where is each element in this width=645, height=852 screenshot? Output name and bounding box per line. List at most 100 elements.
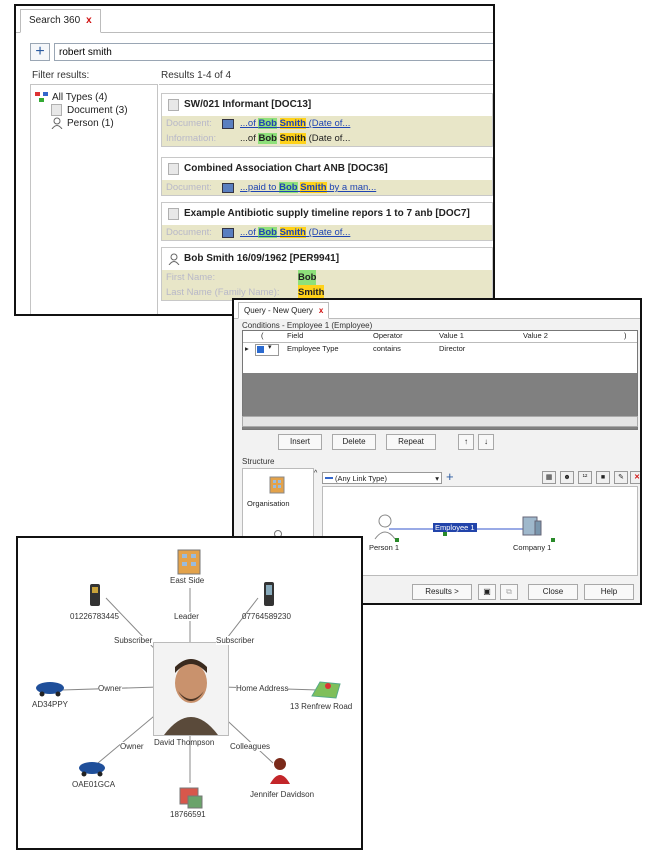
tab-label: Search 360 xyxy=(29,15,81,26)
document-link-icon xyxy=(222,118,234,129)
filter-document[interactable]: Document (3) xyxy=(51,104,128,116)
result-snippet: ...of Bob Smith (Date of... xyxy=(240,133,351,144)
field-label: Document: xyxy=(166,182,212,193)
result-row: Document: ...paid to Bob Smith by a man.… xyxy=(162,180,492,195)
account-icon xyxy=(179,787,203,809)
save-icon[interactable]: ▣ xyxy=(478,584,496,600)
close-button[interactable]: Close xyxy=(528,584,578,600)
result-title-text: Combined Association Chart ANB [DOC36] xyxy=(184,163,388,174)
help-button[interactable]: Help xyxy=(584,584,634,600)
tab-search-360[interactable]: Search 360 x xyxy=(20,9,101,33)
car-icon-1 xyxy=(36,682,64,697)
layout-icon[interactable]: ▦ xyxy=(542,471,556,484)
result-card[interactable]: Combined Association Chart ANB [DOC36] D… xyxy=(161,157,493,196)
close-tab-icon[interactable]: x xyxy=(86,15,92,26)
result-title-text: SW/021 Informant [DOC13] xyxy=(184,99,312,110)
node-east-side[interactable]: East Side xyxy=(170,576,204,585)
condition-row[interactable]: ▸ ▾ Employee Type contains Director xyxy=(243,343,637,373)
center-node-label[interactable]: David Thompson xyxy=(154,738,214,747)
scroll-up-icon[interactable]: ^ xyxy=(314,470,317,477)
node-phone-2[interactable]: 07764589230 xyxy=(242,612,291,621)
organisation-icon[interactable] xyxy=(267,475,289,495)
person-node-label[interactable]: Person 1 xyxy=(369,543,399,552)
result-title: SW/021 Informant [DOC13] xyxy=(162,94,492,116)
result-title: Combined Association Chart ANB [DOC36] xyxy=(162,158,492,180)
people-icon[interactable]: ☻ xyxy=(560,471,574,484)
horizontal-scrollbar[interactable] xyxy=(242,416,638,427)
node-car-2[interactable]: OAE01GCA xyxy=(72,780,115,789)
sequence-icon[interactable]: ¹² xyxy=(578,471,592,484)
operator-value[interactable]: contains xyxy=(373,344,401,353)
employee-link-label[interactable]: Employee 1 xyxy=(433,523,477,532)
result-snippet-link[interactable]: ...of Bob Smith (Date of... xyxy=(240,225,350,240)
all-types-icon xyxy=(35,92,48,102)
move-down-button[interactable]: ↓ xyxy=(478,434,494,450)
tab-label: Query - New Query xyxy=(244,306,313,315)
person-icon xyxy=(51,117,63,129)
close-tab-icon[interactable]: x xyxy=(319,306,323,315)
field-value[interactable]: Employee Type xyxy=(287,344,339,353)
phone-icon-1 xyxy=(90,584,100,606)
edge-label-subscriber-1: Subscriber xyxy=(114,636,153,645)
result-card[interactable]: Example Antibiotic supply timeline repor… xyxy=(161,202,493,241)
person-node-body xyxy=(374,531,396,540)
result-snippet-link[interactable]: ...of Bob Smith (Date of... xyxy=(240,116,350,131)
delete-icon[interactable]: ✕ xyxy=(630,471,640,484)
person-node-icon xyxy=(378,514,392,528)
insert-button[interactable]: Insert xyxy=(278,434,322,450)
filter-person[interactable]: Person (1) xyxy=(51,117,114,129)
organisation-label: Organisation xyxy=(247,499,290,508)
node-icon[interactable]: ■ xyxy=(596,471,610,484)
filter-label: Document (3) xyxy=(67,104,128,116)
result-card[interactable]: Bob Smith 16/09/1962 [PER9941] First Nam… xyxy=(161,247,493,301)
column-value1: Value 1 xyxy=(439,331,464,340)
structure-canvas[interactable]: Employee 1 Person 1 Company 1 xyxy=(322,486,638,576)
delete-button[interactable]: Delete xyxy=(332,434,376,450)
document-icon xyxy=(51,104,62,116)
suspect-photo[interactable] xyxy=(153,642,229,736)
field-label: Document: xyxy=(166,118,212,129)
edge-label-colleagues: Colleagues xyxy=(230,742,271,751)
bracket-dropdown[interactable]: ▾ xyxy=(255,344,279,356)
node-account[interactable]: 18766591 xyxy=(170,810,206,819)
add-link-icon[interactable]: + xyxy=(446,469,454,484)
value1-value[interactable]: Director xyxy=(439,344,465,353)
field-label: First Name: xyxy=(166,272,216,283)
result-title-text: Bob Smith 16/09/1962 [PER9941] xyxy=(184,253,340,264)
filter-heading: Filter results: xyxy=(32,70,90,81)
node-person[interactable]: Jennifer Davidson xyxy=(250,790,314,799)
result-row: First Name: Bob xyxy=(162,270,492,285)
company-node-label[interactable]: Company 1 xyxy=(513,543,551,552)
chevron-down-icon[interactable]: ▾ xyxy=(435,473,439,484)
add-search-button[interactable]: + xyxy=(30,43,50,61)
search-input[interactable] xyxy=(54,43,493,61)
edit-icon[interactable]: ✎ xyxy=(614,471,628,484)
result-card[interactable]: SW/021 Informant [DOC13] Document: ...of… xyxy=(161,93,493,147)
results-button[interactable]: Results > xyxy=(412,584,472,600)
result-row: Document: ...of Bob Smith (Date of... xyxy=(162,116,492,131)
column-field: Field xyxy=(287,331,304,340)
link-icon xyxy=(325,477,333,479)
tab-new-query[interactable]: Query - New Query x xyxy=(238,302,330,319)
column-marker: ( xyxy=(261,331,264,340)
woman-icon xyxy=(270,758,290,784)
tab-bar: Search 360 x xyxy=(16,6,493,33)
node-address[interactable]: 13 Renfrew Road xyxy=(290,702,352,711)
node-phone-1[interactable]: 01226783445 xyxy=(70,612,119,621)
filter-all-types[interactable]: All Types (4) xyxy=(35,91,107,103)
map-icon xyxy=(311,681,341,699)
repeat-button[interactable]: Repeat xyxy=(386,434,436,450)
link-type-select[interactable]: (Any Link Type) ▾ xyxy=(322,472,442,484)
person-photo-icon xyxy=(154,643,228,735)
structure-label: Structure xyxy=(242,457,275,466)
chart-link-icon xyxy=(222,182,234,193)
save-as-icon[interactable]: ⧉ xyxy=(500,584,518,600)
link-chart-window: David Thompson East Side 01226783445 077… xyxy=(16,536,363,850)
move-up-button[interactable]: ↑ xyxy=(458,434,474,450)
company-node-marker xyxy=(551,538,555,542)
result-snippet-link[interactable]: ...paid to Bob Smith by a man... xyxy=(240,180,376,195)
node-car-1[interactable]: AD34PPY xyxy=(32,700,68,709)
document-icon xyxy=(168,208,179,220)
row-selector-icon[interactable]: ▸ xyxy=(245,344,249,353)
result-title: Example Antibiotic supply timeline repor… xyxy=(162,203,492,225)
